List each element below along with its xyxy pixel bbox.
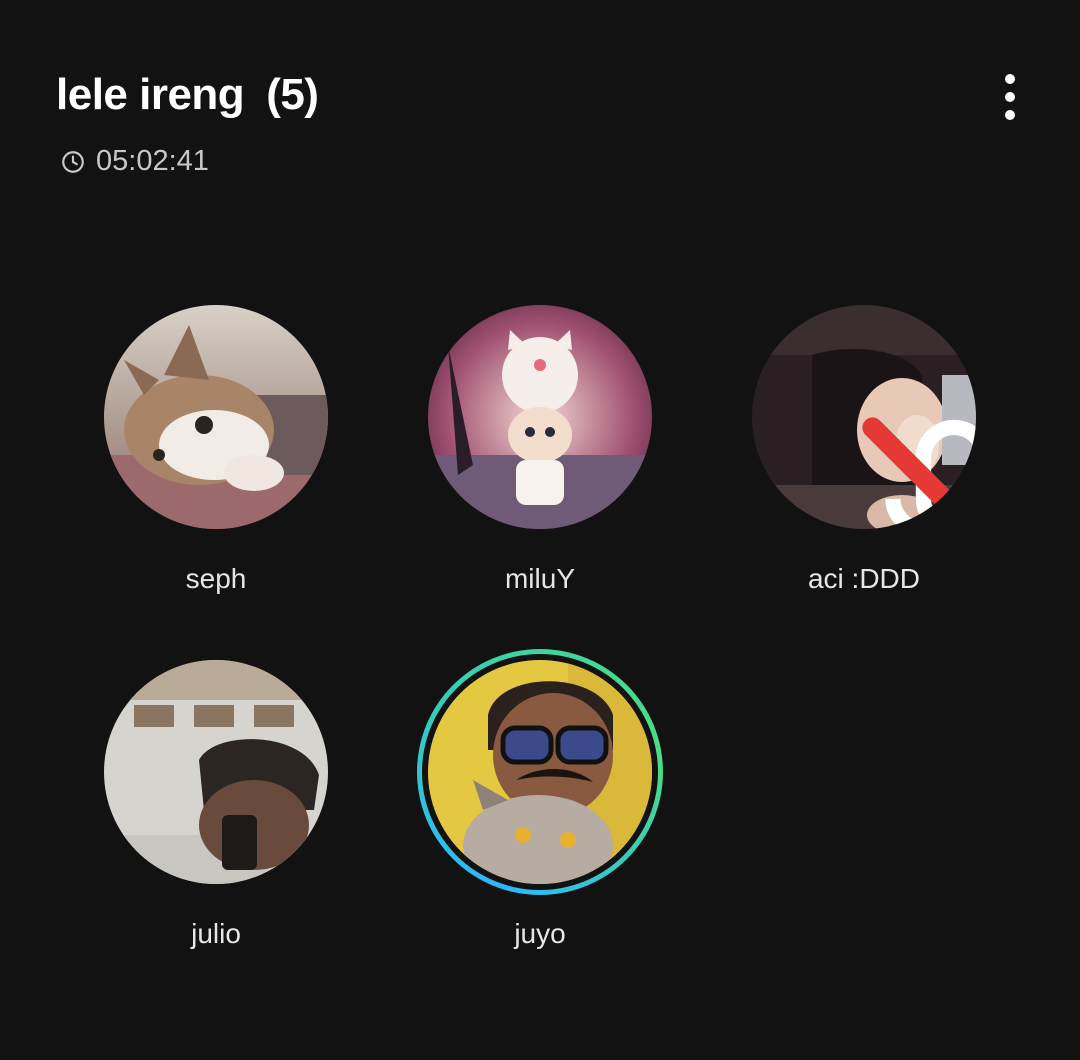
call-duration: 05:02:41: [60, 145, 209, 178]
participant-tile[interactable]: julio: [86, 660, 346, 950]
doll-avatar-image: [428, 305, 652, 529]
avatar: [428, 660, 652, 884]
duration-text: 05:02:41: [96, 145, 209, 177]
participant-name: seph: [185, 563, 247, 594]
participant-tile[interactable]: miluY: [410, 305, 670, 595]
selfie-avatar-image: [104, 660, 328, 884]
speaking-ring: [417, 649, 663, 895]
group-name: lele ireng: [56, 70, 245, 119]
participant-tile[interactable]: aci :DDD: [734, 305, 994, 595]
avatar: [104, 660, 328, 884]
mic-muted-icon: [862, 417, 976, 529]
participant-count: (5): [266, 70, 319, 119]
participant-tile[interactable]: seph: [86, 305, 346, 595]
call-title: lele ireng (5): [56, 70, 319, 120]
kitten-avatar-image: [104, 305, 328, 529]
clock-icon: [62, 150, 84, 173]
participant-name: juyo: [514, 918, 566, 949]
more-vertical-icon: [1005, 74, 1015, 84]
participant-name: aci :DDD: [807, 563, 920, 594]
glasses-cat-avatar-image: [428, 660, 652, 884]
avatar: [428, 305, 652, 529]
avatar: [104, 305, 328, 529]
avatar: [752, 305, 976, 529]
participant-name: miluY: [504, 563, 575, 594]
participant-name: julio: [191, 918, 241, 949]
participant-tile[interactable]: juyo: [410, 649, 670, 950]
more-options-button[interactable]: [990, 70, 1030, 124]
